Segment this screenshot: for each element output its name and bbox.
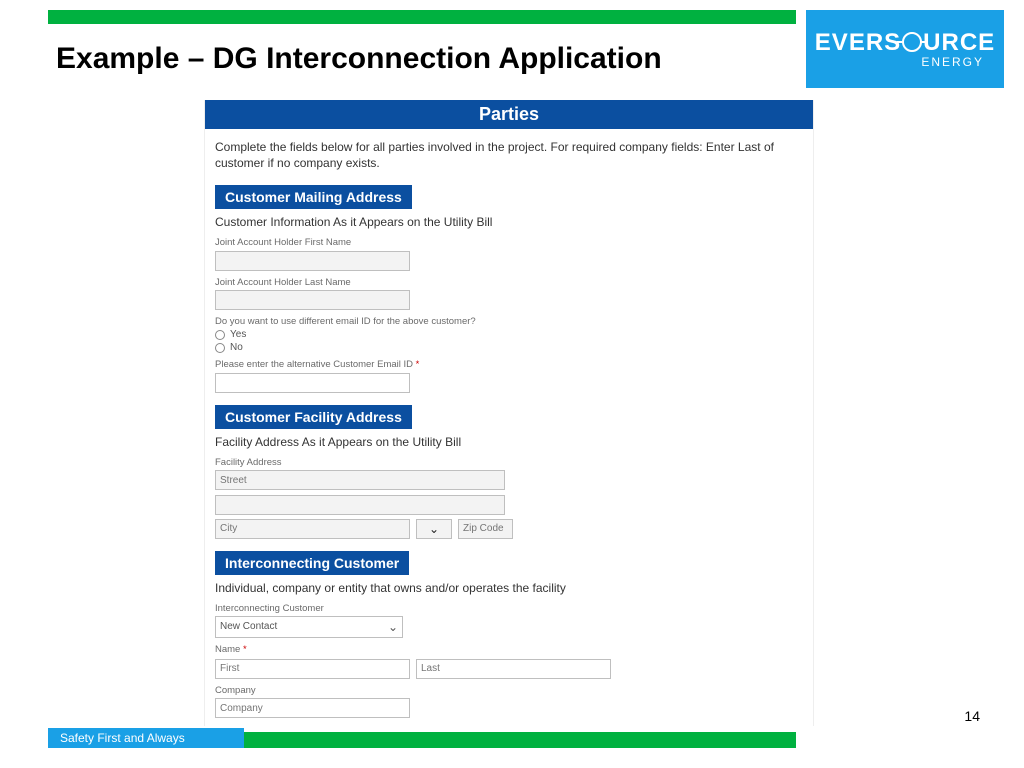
inter-section-header: Interconnecting Customer <box>215 551 409 575</box>
page-title: Example – DG Interconnection Application <box>56 42 662 76</box>
facility-zip-input[interactable] <box>458 519 513 539</box>
required-asterisk: * <box>416 359 420 370</box>
inter-last-input[interactable] <box>416 659 611 679</box>
slide: EVERS URCE ENERGY Example – DG Interconn… <box>0 0 1024 768</box>
inter-customer-select[interactable]: New Contact ⌄ <box>215 616 403 638</box>
chevron-down-icon: ⌄ <box>429 523 439 535</box>
top-accent-bar <box>48 10 796 24</box>
inter-company-input[interactable] <box>215 698 410 718</box>
inter-name-row <box>215 659 803 679</box>
facility-address-label: Facility Address <box>215 457 803 468</box>
inter-section-note: Individual, company or entity that owns … <box>215 581 803 595</box>
page-number: 14 <box>964 708 980 724</box>
facility-state-select[interactable]: ⌄ <box>416 519 452 539</box>
facility-section-header: Customer Facility Address <box>215 405 412 429</box>
facility-city-input[interactable] <box>215 519 410 539</box>
facility-line2-input[interactable] <box>215 495 505 515</box>
inter-company-label: Company <box>215 685 803 696</box>
radio-no-row[interactable]: No <box>215 342 803 353</box>
facility-section-note: Facility Address As it Appears on the Ut… <box>215 435 803 449</box>
email-question-label: Do you want to use different email ID fo… <box>215 316 803 327</box>
inter-customer-value: New Contact <box>220 621 277 632</box>
footer-tagline: Safety First and Always <box>48 728 244 748</box>
parties-instructions: Complete the fields below for all partie… <box>215 139 803 171</box>
radio-yes-icon[interactable] <box>215 330 225 340</box>
brand-o-icon <box>902 32 922 52</box>
alt-email-input[interactable] <box>215 373 410 393</box>
radio-yes-row[interactable]: Yes <box>215 329 803 340</box>
facility-street-input[interactable] <box>215 470 505 490</box>
required-asterisk: * <box>243 644 247 655</box>
brand-wordmark: EVERS URCE <box>815 29 995 57</box>
parties-banner: Parties <box>205 100 813 129</box>
alt-email-label: Please enter the alternative Customer Em… <box>215 359 803 370</box>
last-name-label: Joint Account Holder Last Name <box>215 277 803 288</box>
facility-city-row: ⌄ <box>215 519 803 539</box>
inter-name-label: Name * <box>215 644 803 655</box>
first-name-label: Joint Account Holder First Name <box>215 237 803 248</box>
brand-text-b: URCE <box>923 29 995 57</box>
radio-yes-label: Yes <box>230 329 246 340</box>
mailing-section-header: Customer Mailing Address <box>215 185 412 209</box>
brand-subtext: ENERGY <box>921 55 984 69</box>
radio-no-label: No <box>230 342 243 353</box>
radio-no-icon[interactable] <box>215 343 225 353</box>
brand-text-a: EVERS <box>815 29 901 57</box>
first-name-input[interactable] <box>215 251 410 271</box>
inter-first-input[interactable] <box>215 659 410 679</box>
last-name-input[interactable] <box>215 290 410 310</box>
chevron-down-icon: ⌄ <box>388 621 398 633</box>
inter-customer-label: Interconnecting Customer <box>215 603 803 614</box>
brand-logo: EVERS URCE ENERGY <box>806 10 1004 88</box>
form-screenshot: Parties Complete the fields below for al… <box>204 100 814 726</box>
mailing-section-note: Customer Information As it Appears on th… <box>215 215 803 229</box>
